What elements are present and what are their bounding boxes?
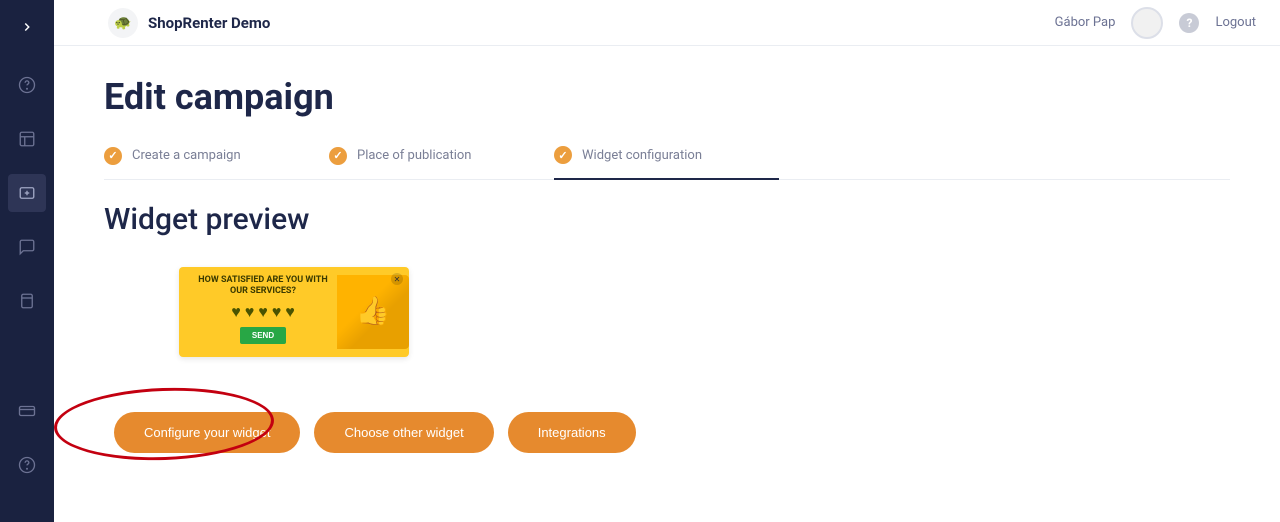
panel-icon[interactable] [8, 282, 46, 320]
user-name[interactable]: Gábor Pap [1055, 15, 1116, 30]
section-title: Widget preview [104, 202, 1230, 237]
check-icon: ✓ [104, 147, 122, 165]
heart-icon[interactable]: ♥ [272, 302, 282, 322]
preview-content: HOW SATISFIED ARE YOU WITH OUR SERVICES?… [189, 275, 337, 349]
heart-icon[interactable]: ♥ [285, 302, 295, 322]
logout-link[interactable]: Logout [1215, 15, 1256, 30]
brand-name: ShopRenter Demo [148, 14, 270, 32]
help-icon[interactable] [8, 66, 46, 104]
add-widget-icon[interactable] [8, 174, 46, 212]
preview-close-icon[interactable]: ✕ [391, 273, 403, 285]
topbar: 🐢 ShopRenter Demo Gábor Pap ? Logout [54, 0, 1280, 46]
page-title: Edit campaign [104, 76, 1230, 118]
preview-image: 👍 [337, 275, 409, 349]
sidebar-expand-toggle[interactable] [14, 14, 40, 40]
avatar[interactable] [1131, 7, 1163, 39]
steps-nav: ✓ Create a campaign ✓ Place of publicati… [104, 146, 1230, 180]
topbar-right: Gábor Pap ? Logout [1055, 7, 1256, 39]
heart-icon[interactable]: ♥ [258, 302, 268, 322]
step-label: Widget configuration [582, 148, 702, 163]
heart-icon[interactable]: ♥ [245, 302, 255, 322]
step-label: Create a campaign [132, 148, 241, 163]
layout-icon[interactable] [8, 120, 46, 158]
brand-logo-icon: 🐢 [108, 8, 138, 38]
check-icon: ✓ [554, 146, 572, 164]
sidebar [0, 0, 54, 522]
step-label: Place of publication [357, 148, 472, 163]
content: Edit campaign ✓ Create a campaign ✓ Plac… [54, 46, 1280, 522]
integrations-button[interactable]: Integrations [508, 412, 636, 453]
question-icon[interactable] [8, 446, 46, 484]
rating-hearts: ♥ ♥ ♥ ♥ ♥ [231, 302, 295, 322]
brand[interactable]: 🐢 ShopRenter Demo [108, 8, 270, 38]
action-row: Configure your widget Choose other widge… [114, 412, 1230, 453]
widget-preview: HOW SATISFIED ARE YOU WITH OUR SERVICES?… [179, 267, 409, 357]
topbar-help-icon[interactable]: ? [1179, 13, 1199, 33]
heart-icon[interactable]: ♥ [231, 302, 241, 322]
step-create-campaign[interactable]: ✓ Create a campaign [104, 146, 329, 179]
preview-send-button[interactable]: SEND [240, 327, 286, 344]
step-widget-configuration[interactable]: ✓ Widget configuration [554, 146, 779, 180]
thumbs-up-icon: 👍 [356, 294, 391, 327]
main-area: 🐢 ShopRenter Demo Gábor Pap ? Logout Edi… [54, 0, 1280, 522]
step-place-of-publication[interactable]: ✓ Place of publication [329, 146, 554, 179]
message-icon[interactable] [8, 228, 46, 266]
preview-question: HOW SATISFIED ARE YOU WITH OUR SERVICES? [189, 275, 337, 298]
card-icon[interactable] [8, 392, 46, 430]
choose-other-widget-button[interactable]: Choose other widget [314, 412, 493, 453]
check-icon: ✓ [329, 147, 347, 165]
configure-widget-button[interactable]: Configure your widget [114, 412, 300, 453]
